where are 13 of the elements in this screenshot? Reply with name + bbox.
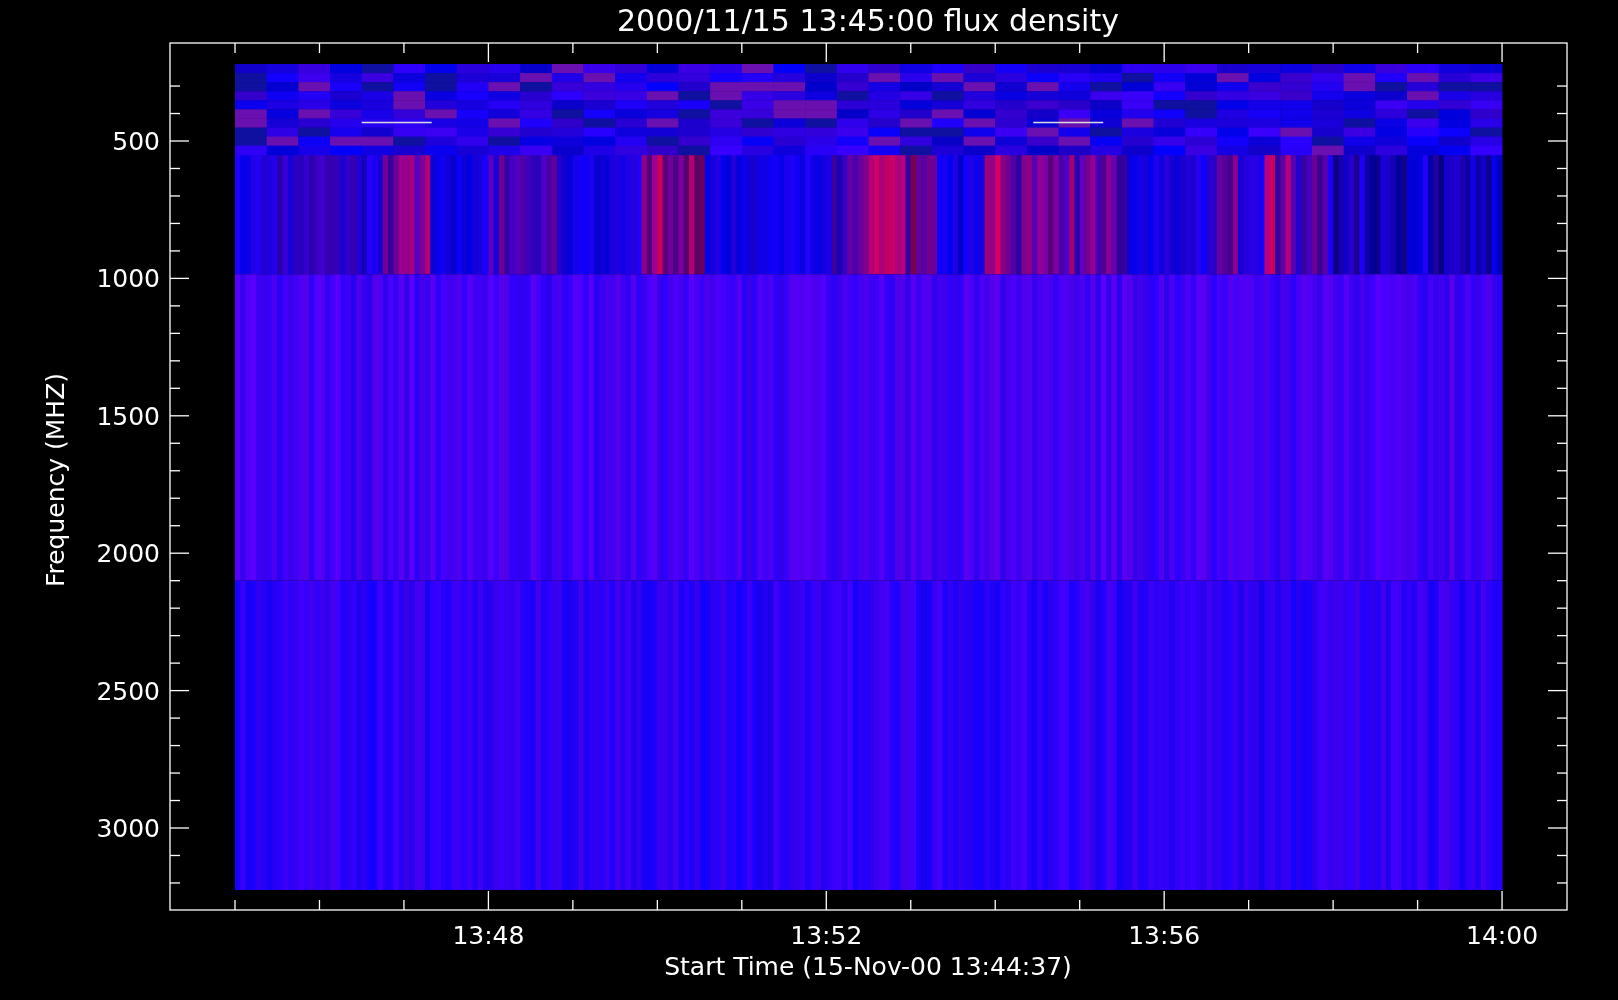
axis-title: Start Time (15-Nov-00 13:44:37) <box>664 952 1072 981</box>
tick-label: 13:48 <box>452 921 525 950</box>
plot-title: 2000/11/15 13:45:00 flux density <box>617 3 1119 38</box>
axis-title: Frequency (MHZ) <box>41 372 70 588</box>
tick-label: 3000 <box>96 814 160 843</box>
tick-label: 13:52 <box>790 921 863 950</box>
tick-label: 500 <box>112 127 160 156</box>
tick-label: 14:00 <box>1466 921 1539 950</box>
tick-label: 1000 <box>96 264 160 294</box>
tick-label: 1500 <box>96 401 160 431</box>
tick-label: 2000 <box>96 539 160 569</box>
tick-label: 13:56 <box>1128 921 1201 950</box>
tick-label: 2500 <box>96 676 160 706</box>
